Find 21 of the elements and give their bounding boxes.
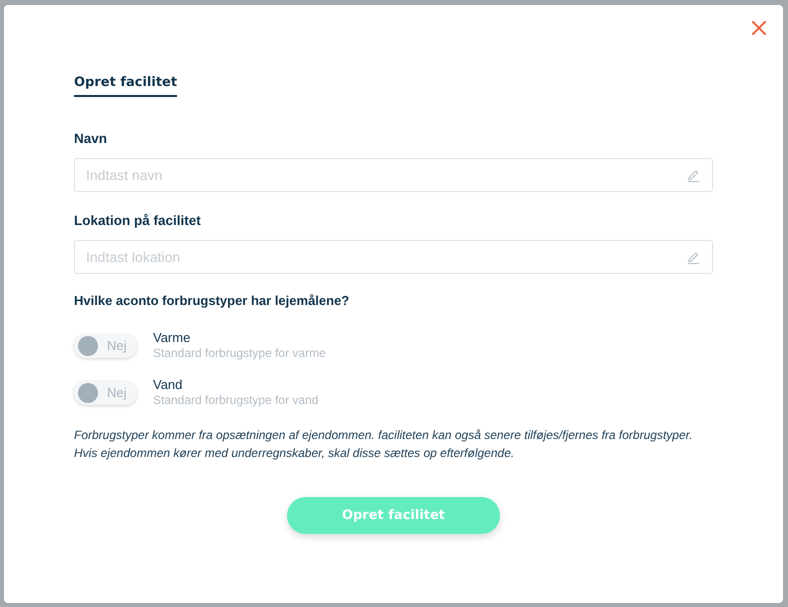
toggle-switch[interactable]: Nej bbox=[74, 334, 137, 358]
toggle-knob-icon bbox=[78, 336, 98, 356]
close-icon bbox=[752, 21, 766, 35]
pencil-icon bbox=[687, 251, 700, 264]
consumption-type-name: Varme bbox=[153, 330, 192, 346]
pencil-icon bbox=[687, 169, 700, 182]
tab[interactable]: Opret facilitet bbox=[74, 74, 178, 97]
consumption-type-description: Standard forbrugstype for varme bbox=[153, 346, 326, 361]
consumption-type-name: Vand bbox=[153, 377, 184, 393]
note-text: Hvis ejendommen kører med underregnskaber, skal disse sættes op efterfølgende. bbox=[74, 445, 516, 462]
note-text: Forbrugstyper kommer fra opsætningen af ejendommen. faciliteten kan også senere tilføjes/fjernes fra forbrugstyper. bbox=[74, 427, 694, 444]
field-label: Lokation på facilitet bbox=[74, 212, 202, 230]
question-label: Hvilke aconto forbrugstyper har lejemålene? bbox=[74, 292, 350, 310]
toggle-knob-icon bbox=[78, 382, 98, 402]
close-button[interactable] bbox=[752, 21, 766, 35]
submit-button[interactable]: Opret facilitet bbox=[287, 497, 500, 534]
toggle-switch[interactable]: Nej bbox=[74, 380, 137, 404]
input-field[interactable]: Indtast lokation bbox=[74, 240, 713, 274]
field-label: Navn bbox=[74, 130, 108, 148]
input-field[interactable]: Indtast navn bbox=[74, 158, 713, 192]
consumption-type-description: Standard forbrugstype for vand bbox=[153, 393, 318, 408]
